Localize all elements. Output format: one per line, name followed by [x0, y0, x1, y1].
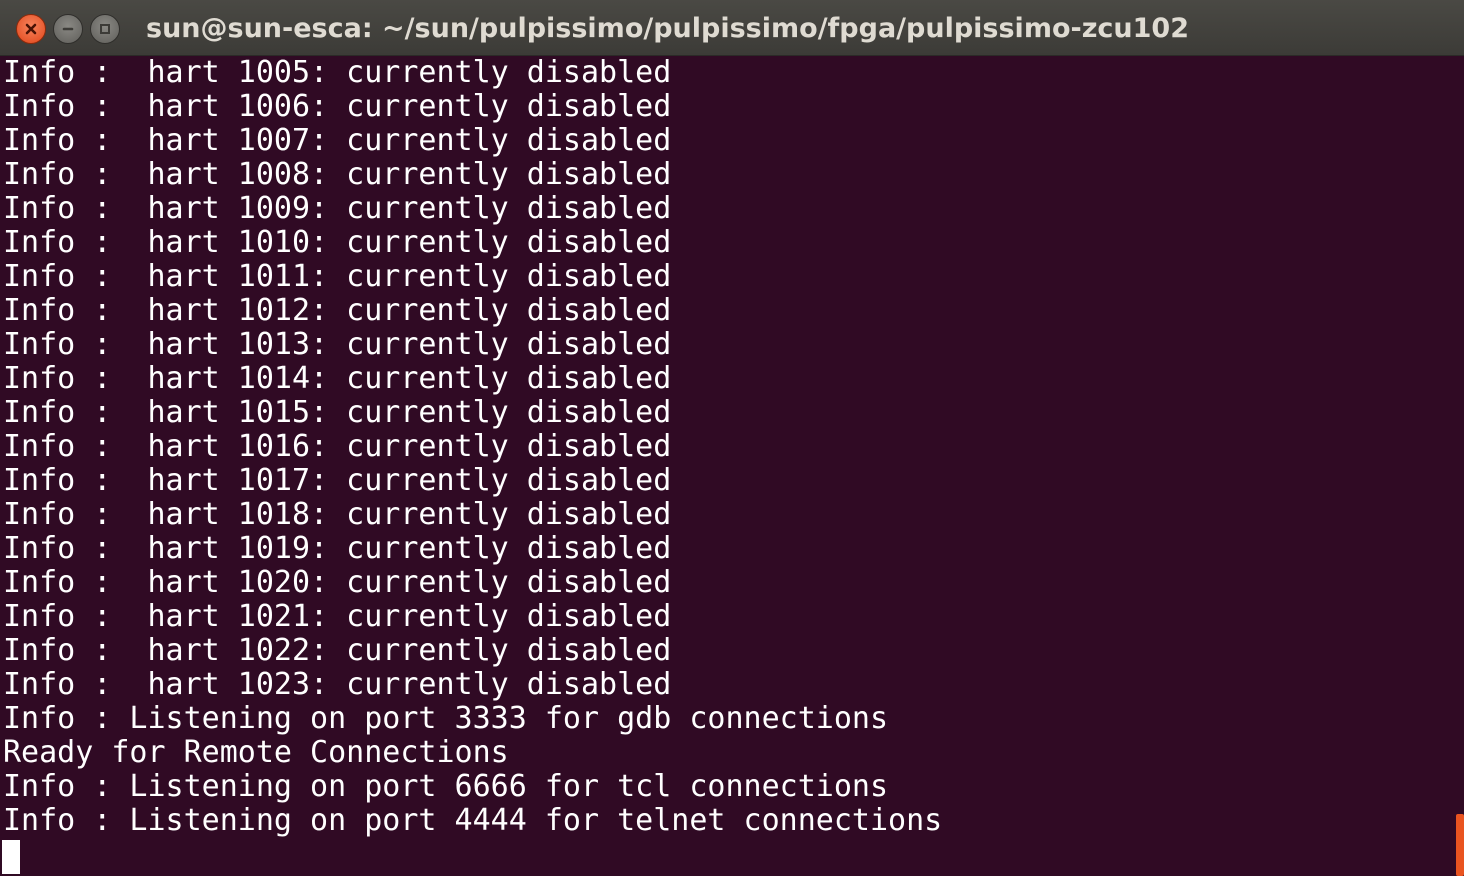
terminal-line: Info : hart 1013: currently disabled: [3, 327, 672, 362]
terminal-line: Info : hart 1005: currently disabled: [3, 56, 672, 90]
terminal-line: Info : Listening on port 6666 for tcl co…: [3, 769, 889, 804]
terminal-line: Info : hart 1019: currently disabled: [3, 531, 672, 566]
terminal-line: Info : hart 1018: currently disabled: [3, 497, 672, 532]
terminal-line: Info : hart 1007: currently disabled: [3, 123, 672, 158]
window-title: sun@sun-esca: ~/sun/pulpissimo/pulpissim…: [146, 13, 1190, 44]
maximize-icon: [98, 22, 112, 36]
terminal-line: Info : hart 1023: currently disabled: [3, 667, 672, 702]
terminal-line: Info : hart 1020: currently disabled: [3, 565, 672, 600]
scrollbar-thumb[interactable]: [1456, 814, 1464, 876]
minimize-icon: [61, 22, 75, 36]
title-bar[interactable]: sun@sun-esca: ~/sun/pulpissimo/pulpissim…: [0, 0, 1464, 56]
terminal-line: Info : hart 1009: currently disabled: [3, 191, 672, 226]
terminal-line: Info : hart 1011: currently disabled: [3, 259, 672, 294]
terminal-line: Info : hart 1008: currently disabled: [3, 157, 672, 192]
terminal-window: sun@sun-esca: ~/sun/pulpissimo/pulpissim…: [0, 0, 1464, 876]
terminal-line: Ready for Remote Connections: [3, 735, 509, 770]
maximize-button[interactable]: [90, 14, 120, 44]
terminal-line: Info : hart 1022: currently disabled: [3, 633, 672, 668]
terminal-line: Info : hart 1021: currently disabled: [3, 599, 672, 634]
close-icon: [24, 22, 38, 36]
terminal-line: Info : hart 1017: currently disabled: [3, 463, 672, 498]
terminal-line: Info : hart 1015: currently disabled: [3, 395, 672, 430]
terminal-line: Info : hart 1006: currently disabled: [3, 89, 672, 124]
terminal-line: Info : hart 1016: currently disabled: [3, 429, 672, 464]
minimize-button[interactable]: [53, 14, 83, 44]
terminal-output[interactable]: Info : hart 1005: currently disabled Inf…: [0, 56, 1458, 876]
text-cursor: [2, 840, 20, 874]
terminal-line: Info : Listening on port 3333 for gdb co…: [3, 701, 889, 736]
terminal-line: Info : hart 1014: currently disabled: [3, 361, 672, 396]
terminal-line: Info : Listening on port 4444 for telnet…: [3, 803, 943, 838]
terminal-line: Info : hart 1012: currently disabled: [3, 293, 672, 328]
close-button[interactable]: [16, 14, 46, 44]
terminal-line: Info : hart 1010: currently disabled: [3, 225, 672, 260]
